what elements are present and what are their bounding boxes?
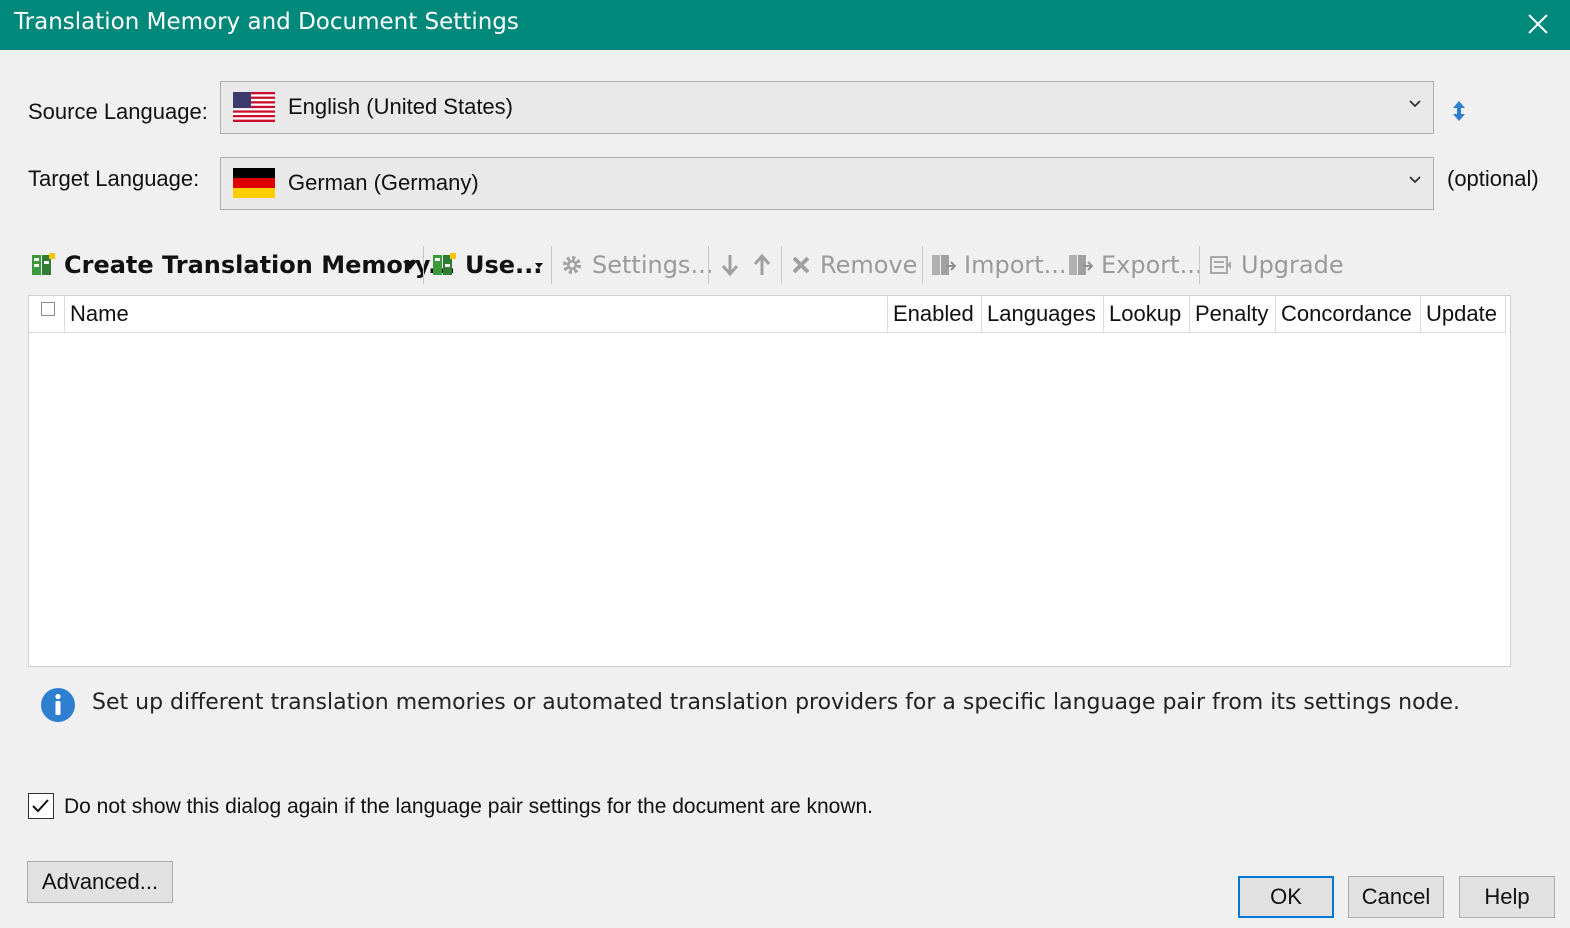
window-title: Translation Memory and Document Settings: [14, 9, 519, 35]
column-penalty[interactable]: Penalty: [1190, 296, 1276, 332]
select-all-column: [29, 296, 65, 332]
select-all-checkbox[interactable]: [41, 302, 55, 316]
toolbar-separator: [551, 246, 552, 284]
column-update[interactable]: Update: [1421, 296, 1506, 332]
title-bar: Translation Memory and Document Settings: [0, 0, 1570, 50]
column-concordance[interactable]: Concordance: [1276, 296, 1421, 332]
target-language-combo[interactable]: German (Germany): [220, 157, 1434, 210]
use-tm-label: Use...: [465, 251, 543, 279]
toolbar-separator: [922, 246, 923, 284]
import-icon: [932, 255, 956, 275]
remove-label: Remove: [820, 251, 918, 279]
help-button[interactable]: Help: [1459, 876, 1555, 918]
checkmark-icon: [32, 799, 49, 813]
column-enabled[interactable]: Enabled: [888, 296, 982, 332]
export-label: Export...: [1101, 251, 1203, 279]
chevron-down-icon: [1409, 176, 1421, 184]
column-lookup[interactable]: Lookup: [1104, 296, 1190, 332]
dont-show-again-label[interactable]: Do not show this dialog again if the lan…: [64, 795, 873, 819]
optional-note: (optional): [1447, 166, 1539, 191]
create-tm-button[interactable]: Create Translation Memory...: [30, 240, 456, 290]
remove-x-icon: [792, 256, 810, 274]
source-language-value: English (United States): [288, 94, 513, 119]
dont-show-again-checkbox[interactable]: [28, 793, 54, 819]
use-tm-button[interactable]: Use...: [431, 240, 542, 290]
ok-button[interactable]: OK: [1238, 876, 1334, 918]
upgrade-icon: [1210, 256, 1231, 274]
close-icon[interactable]: [1518, 6, 1558, 42]
source-language-label: Source Language:: [28, 99, 208, 124]
target-language-value: German (Germany): [288, 170, 479, 195]
info-icon: [41, 688, 75, 722]
upgrade-label: Upgrade: [1241, 251, 1344, 279]
info-message: Set up different translation memories or…: [92, 690, 1461, 715]
arrow-down-icon: [721, 255, 739, 277]
cancel-button[interactable]: Cancel: [1348, 876, 1444, 918]
toolbar-separator: [1199, 246, 1200, 284]
column-name[interactable]: Name: [65, 296, 888, 332]
arrow-up-icon: [753, 253, 771, 275]
chevron-down-icon: [1409, 100, 1421, 108]
tm-toolbar: Create Translation Memory... Use... Sett…: [28, 240, 1512, 290]
caret-down-icon: [403, 261, 417, 270]
column-languages[interactable]: Languages: [982, 296, 1104, 332]
us-flag-icon: [233, 92, 275, 122]
move-up-button[interactable]: [752, 240, 780, 290]
toolbar-separator: [781, 246, 782, 284]
tm-create-icon: [32, 253, 55, 275]
settings-button[interactable]: Settings...: [560, 240, 713, 290]
remove-button[interactable]: Remove: [790, 240, 917, 290]
target-language-label: Target Language:: [28, 166, 200, 191]
tm-use-icon: [433, 253, 456, 275]
export-button[interactable]: Export...: [1067, 240, 1202, 290]
import-button[interactable]: Import...: [930, 240, 1067, 290]
toolbar-separator: [423, 246, 424, 284]
advanced-button[interactable]: Advanced...: [27, 861, 173, 903]
export-icon: [1069, 255, 1093, 275]
toolbar-separator: [708, 246, 709, 284]
swap-languages-icon[interactable]: [1450, 100, 1468, 122]
de-flag-icon: [233, 168, 275, 198]
gear-icon: [563, 256, 581, 274]
caret-down-icon: [535, 263, 543, 268]
settings-label: Settings...: [592, 251, 714, 279]
source-language-combo[interactable]: English (United States): [220, 81, 1434, 134]
import-label: Import...: [964, 251, 1067, 279]
use-tm-dropdown[interactable]: [534, 240, 552, 290]
create-tm-label: Create Translation Memory...: [64, 251, 456, 279]
move-down-button[interactable]: [720, 240, 748, 290]
upgrade-button[interactable]: Upgrade: [1209, 240, 1344, 290]
grid-header: Name Enabled Languages Lookup Penalty Co…: [29, 296, 1506, 333]
tm-grid[interactable]: Name Enabled Languages Lookup Penalty Co…: [28, 295, 1511, 667]
